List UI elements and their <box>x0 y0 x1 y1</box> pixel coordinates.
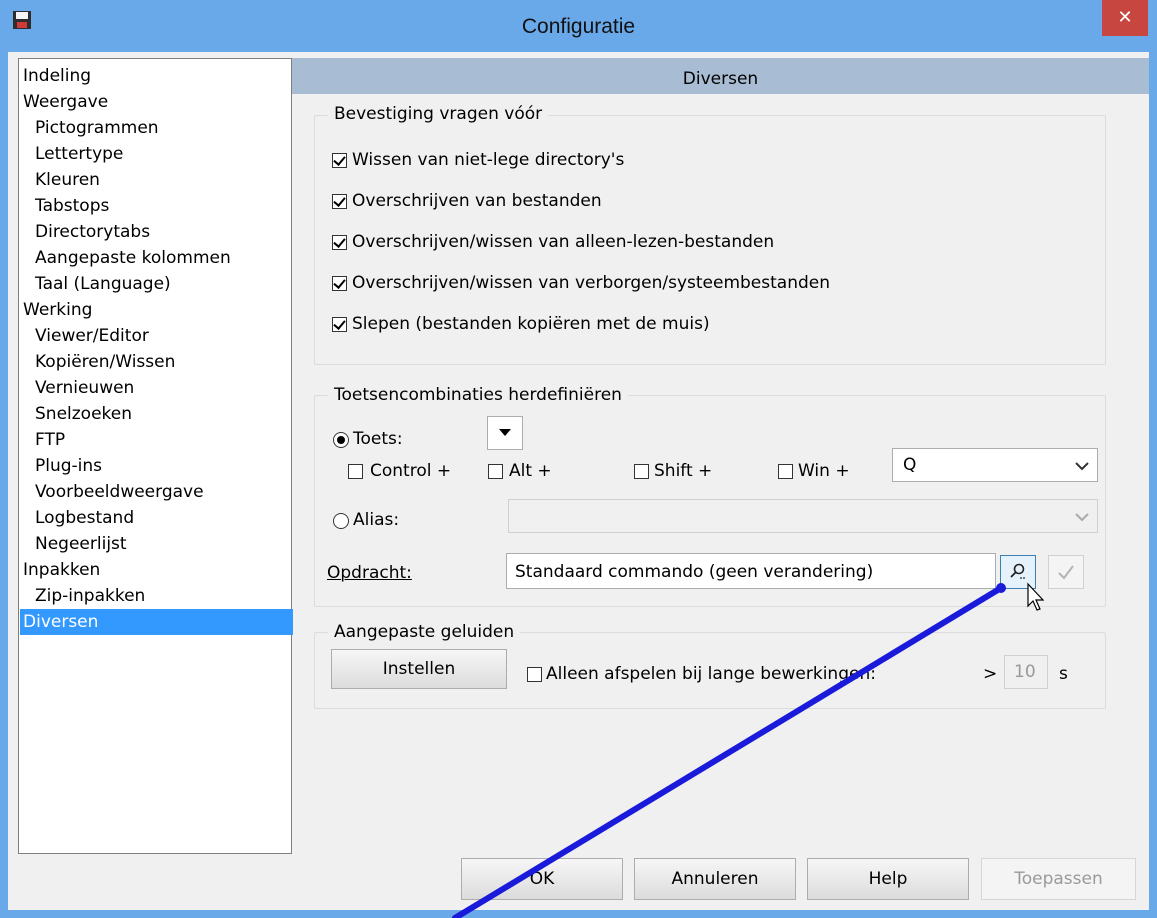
tree-item[interactable]: Werking <box>23 297 92 323</box>
control-label: Control + <box>370 461 452 481</box>
close-button[interactable]: ✕ <box>1102 0 1148 36</box>
tree-item[interactable]: Taal (Language) <box>35 271 171 297</box>
configuration-window: Configuratie ✕ Indeling Weergave Pictogram… <box>0 0 1157 918</box>
title-bar: Configuratie ✕ <box>0 0 1157 52</box>
chevron-down-icon <box>1075 462 1089 471</box>
alt-checkbox[interactable] <box>488 464 503 479</box>
win-label: Win + <box>798 461 850 481</box>
set-sounds-button[interactable]: Instellen <box>331 649 507 689</box>
panel-title: Diversen <box>292 58 1149 94</box>
sounds-group-label: Aangepaste geluiden <box>328 622 521 642</box>
key-select[interactable]: Q <box>892 448 1098 482</box>
confirm-checkbox-label: Wissen van niet-lege directory's <box>352 150 625 170</box>
toets-radio[interactable] <box>333 432 349 448</box>
seconds-field-value: 10 <box>1014 662 1036 682</box>
confirm-checkbox[interactable] <box>332 276 347 291</box>
long-ops-label: Alleen afspelen bij lange bewerkingen: <box>546 664 876 684</box>
command-field[interactable]: Standaard commando (geen verandering) <box>506 553 996 589</box>
ok-button[interactable]: OK <box>461 858 623 900</box>
apply-button[interactable]: Toepassen <box>981 858 1136 900</box>
win-checkbox[interactable] <box>778 464 793 479</box>
confirm-checkbox-label: Overschrijven/wissen van alleen-lezen-be… <box>352 232 775 252</box>
tree-item[interactable]: Indeling <box>23 63 91 89</box>
tree-item[interactable]: Kleuren <box>35 167 100 193</box>
tree-item[interactable]: Vernieuwen <box>35 375 134 401</box>
search-command-button[interactable] <box>1000 555 1036 589</box>
confirm-checkbox[interactable] <box>332 153 347 168</box>
tree-item[interactable]: Voorbeeldweergave <box>35 479 204 505</box>
check-icon <box>1058 565 1074 580</box>
shift-checkbox[interactable] <box>634 464 649 479</box>
dialog-body: Indeling Weergave Pictogrammen Lettertype Kl… <box>8 52 1149 910</box>
shift-label: Shift + <box>654 461 713 481</box>
command-field-value: Standaard commando (geen verandering) <box>515 562 874 582</box>
confirm-checkbox[interactable] <box>332 317 347 332</box>
long-ops-checkbox[interactable] <box>527 667 542 682</box>
tree-item[interactable]: Kopiëren/Wissen <box>35 349 175 375</box>
tree-item[interactable]: Negeerlijst <box>35 531 127 557</box>
tree-item[interactable]: Tabstops <box>35 193 109 219</box>
key-dropdown-button[interactable] <box>487 416 523 450</box>
tree-item[interactable]: Inpakken <box>23 557 100 583</box>
tree-item[interactable]: Pictogrammen <box>35 115 159 141</box>
dropdown-arrow-icon <box>499 429 511 436</box>
confirm-checkbox-label: Overschrijven van bestanden <box>352 191 602 211</box>
hotkeys-group-label: Toetsencombinaties herdefiniëren <box>328 385 628 405</box>
tree-item[interactable]: Aangepaste kolommen <box>35 245 231 271</box>
control-checkbox[interactable] <box>348 464 363 479</box>
tree-item[interactable]: Weergave <box>23 89 108 115</box>
confirm-checkbox[interactable] <box>332 194 347 209</box>
tree-item[interactable]: Snelzoeken <box>35 401 132 427</box>
seconds-unit-label: s <box>1059 664 1068 684</box>
tree-item[interactable]: Diversen <box>20 609 293 635</box>
tree-item[interactable]: FTP <box>35 427 65 453</box>
confirm-command-button[interactable] <box>1048 555 1084 589</box>
tree-item[interactable]: Directorytabs <box>35 219 150 245</box>
confirm-checkbox-label: Slepen (bestanden kopiëren met de muis) <box>352 314 710 334</box>
greater-than-label: > <box>983 664 998 684</box>
chevron-down-icon <box>1075 513 1089 522</box>
confirm-checkbox-label: Overschrijven/wissen van verborgen/syste… <box>352 273 831 293</box>
confirm-checkbox[interactable] <box>332 235 347 250</box>
alt-label: Alt + <box>509 461 552 481</box>
seconds-field[interactable]: 10 <box>1004 655 1048 689</box>
help-button[interactable]: Help <box>807 858 969 900</box>
tree-item[interactable]: Logbestand <box>35 505 134 531</box>
toets-label: Toets: <box>353 429 403 449</box>
window-title: Configuratie <box>521 15 636 38</box>
tree-item[interactable]: Plug-ins <box>35 453 102 479</box>
tree-item[interactable]: Zip-inpakken <box>35 583 145 609</box>
command-label: Opdracht: <box>327 563 412 583</box>
search-icon <box>1010 563 1025 579</box>
key-select-value: Q <box>903 455 917 475</box>
tree-item[interactable]: Lettertype <box>35 141 123 167</box>
close-icon: ✕ <box>1117 7 1133 28</box>
category-tree[interactable]: Indeling Weergave Pictogrammen Lettertype Kl… <box>18 58 293 854</box>
alias-select[interactable] <box>508 499 1098 533</box>
alias-radio[interactable] <box>333 513 349 529</box>
cancel-button[interactable]: Annuleren <box>634 858 796 900</box>
confirm-group-label: Bevestiging vragen vóór <box>328 104 549 124</box>
tree-item[interactable]: Viewer/Editor <box>35 323 149 349</box>
alias-label: Alias: <box>353 510 400 530</box>
